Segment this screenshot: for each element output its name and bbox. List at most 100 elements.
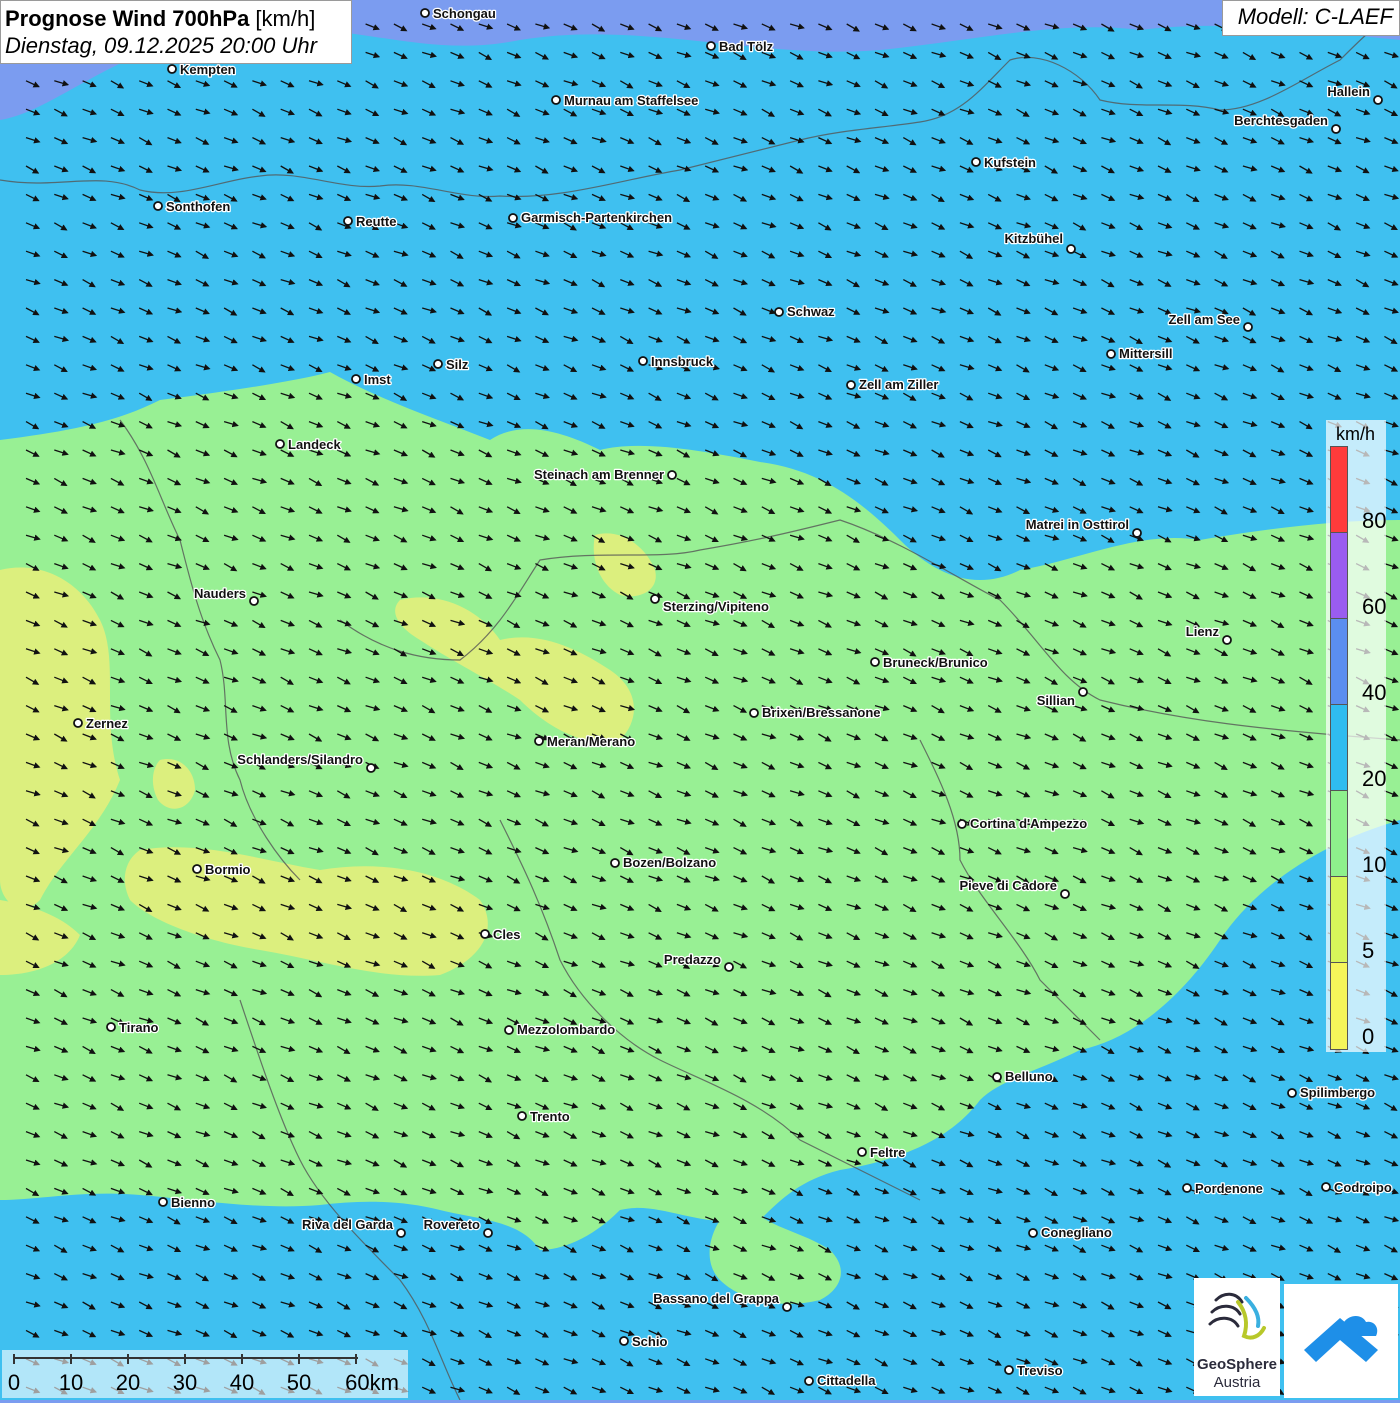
city-label: Kufstein xyxy=(984,155,1036,170)
legend-swatch-0 xyxy=(1331,963,1347,1049)
scale-bar: 0 10 20 30 40 50 60km xyxy=(2,1350,408,1398)
city-label: Sillian xyxy=(1037,693,1075,708)
map-datetime: Dienstag, 09.12.2025 20:00 Uhr xyxy=(5,33,317,58)
city-label: Zell am Ziller xyxy=(859,377,938,392)
city-dot xyxy=(1373,95,1383,105)
app-logo xyxy=(1284,1284,1398,1398)
city-bozen-bolzano: Bozen/Bolzano xyxy=(610,854,717,871)
city-label: Innsbruck xyxy=(651,354,714,369)
city-label: Mittersill xyxy=(1119,346,1172,361)
city-label: Brixen/Bressanone xyxy=(762,705,881,720)
scale-label-30: 30 xyxy=(172,1370,198,1395)
model-label: Modell: C-LAEF xyxy=(1222,0,1400,36)
legend-label-5: 5 xyxy=(1362,938,1375,963)
city-label: Riva del Garda xyxy=(302,1217,394,1232)
legend-swatch-40 xyxy=(1331,619,1347,705)
city-dot xyxy=(619,1336,629,1346)
city-label: Pordenone xyxy=(1195,1181,1263,1196)
city-pordenone: Pordenone xyxy=(1182,1180,1264,1197)
map-title-unit: [km/h] xyxy=(249,6,316,31)
map-title-main: Prognose Wind 700hPa xyxy=(5,6,250,31)
city-dot xyxy=(1331,124,1341,134)
city-label: Sterzing/Vipiteno xyxy=(663,599,769,614)
city-conegliano: Conegliano xyxy=(1028,1224,1113,1241)
city-dot xyxy=(1243,322,1253,332)
city-label: Silz xyxy=(446,357,469,372)
city-dot xyxy=(1078,687,1088,697)
scale-bar-ruler xyxy=(13,1354,358,1364)
city-dot xyxy=(343,216,353,226)
city-dot xyxy=(480,929,490,939)
title-box: Prognose Wind 700hPa [km/h] Dienstag, 09… xyxy=(0,0,352,64)
city-label: Zell am See xyxy=(1168,312,1240,327)
geosphere-logo-icon xyxy=(1208,1292,1266,1340)
city-label: Codroipo xyxy=(1334,1180,1392,1195)
city-dot xyxy=(192,864,202,874)
city-cortina-d-ampezzo: Cortina d'Ampezzo xyxy=(957,815,1089,832)
city-dot xyxy=(774,307,784,317)
map-title: Prognose Wind 700hPa [km/h] xyxy=(5,5,347,32)
legend-label-0: 0 xyxy=(1362,1024,1375,1049)
city-label: Tirano xyxy=(119,1020,159,1035)
city-label: Imst xyxy=(364,372,391,387)
legend-swatch-5 xyxy=(1331,877,1347,963)
city-label: Cittadella xyxy=(817,1373,876,1388)
city-label: Bassano del Grappa xyxy=(653,1291,779,1306)
city-label: Mezzolombardo xyxy=(517,1022,615,1037)
city-innsbruck: Innsbruck xyxy=(638,353,715,370)
legend-color-bar xyxy=(1330,446,1348,1050)
city-label: Cles xyxy=(493,927,520,942)
city-schongau: Schongau xyxy=(420,5,497,22)
geosphere-logo-name: GeoSphere xyxy=(1196,1356,1278,1373)
city-dot xyxy=(992,1072,1002,1082)
city-dot xyxy=(153,201,163,211)
city-dot xyxy=(1106,349,1116,359)
city-label: Landeck xyxy=(288,437,342,452)
city-dot xyxy=(971,157,981,167)
city-dot xyxy=(275,439,285,449)
city-dot xyxy=(1182,1183,1192,1193)
city-label: Murnau am Staffelsee xyxy=(564,93,698,108)
city-label: Sonthofen xyxy=(166,199,230,214)
city-dot xyxy=(957,819,967,829)
city-dot xyxy=(638,356,648,366)
city-bruneck-brunico: Bruneck/Brunico xyxy=(870,654,989,671)
city-label: Feltre xyxy=(870,1145,905,1160)
city-label: Kitzbühel xyxy=(1005,231,1064,246)
city-dot xyxy=(420,8,430,18)
city-dot xyxy=(650,594,660,604)
city-dot xyxy=(167,64,177,74)
city-label: Schwaz xyxy=(787,304,835,319)
legend-label-60: 60 xyxy=(1362,594,1387,619)
city-dot xyxy=(1321,1182,1331,1192)
city-dot xyxy=(551,95,561,105)
city-label: Pieve di Cadore xyxy=(959,878,1057,893)
city-dot xyxy=(724,962,734,972)
city-label: Bozen/Bolzano xyxy=(623,855,716,870)
app-logo-icon xyxy=(1304,1316,1378,1362)
city-label: Zernez xyxy=(86,716,128,731)
city-label: Belluno xyxy=(1005,1069,1053,1084)
city-label: Matrei in Osttirol xyxy=(1026,517,1129,532)
city-dot xyxy=(433,359,443,369)
legend-label-80: 80 xyxy=(1362,508,1387,533)
city-dot xyxy=(534,736,544,746)
city-label: Schongau xyxy=(433,6,496,21)
city-label: Schio xyxy=(632,1334,667,1349)
city-label: Bormio xyxy=(205,862,251,877)
city-label: Trento xyxy=(530,1109,570,1124)
scale-label-50: 50 xyxy=(286,1370,312,1395)
scale-label-10: 10 xyxy=(58,1370,84,1395)
city-dot xyxy=(1060,889,1070,899)
city-brixen-bressanone: Brixen/Bressanone xyxy=(749,704,882,721)
city-label: Bienno xyxy=(171,1195,215,1210)
city-dot xyxy=(1222,635,1232,645)
city-dot xyxy=(1132,528,1142,538)
city-label: Spilimbergo xyxy=(1300,1085,1375,1100)
geosphere-logo-sub: Austria xyxy=(1213,1374,1261,1391)
city-garmisch-partenkirchen: Garmisch-Partenkirchen xyxy=(508,209,673,226)
legend-label-10: 10 xyxy=(1362,852,1387,877)
city-label: Schlanders/Silandro xyxy=(237,752,363,767)
city-label: Bad Tölz xyxy=(719,39,774,54)
city-meran-merano: Meran/Merano xyxy=(534,733,636,750)
